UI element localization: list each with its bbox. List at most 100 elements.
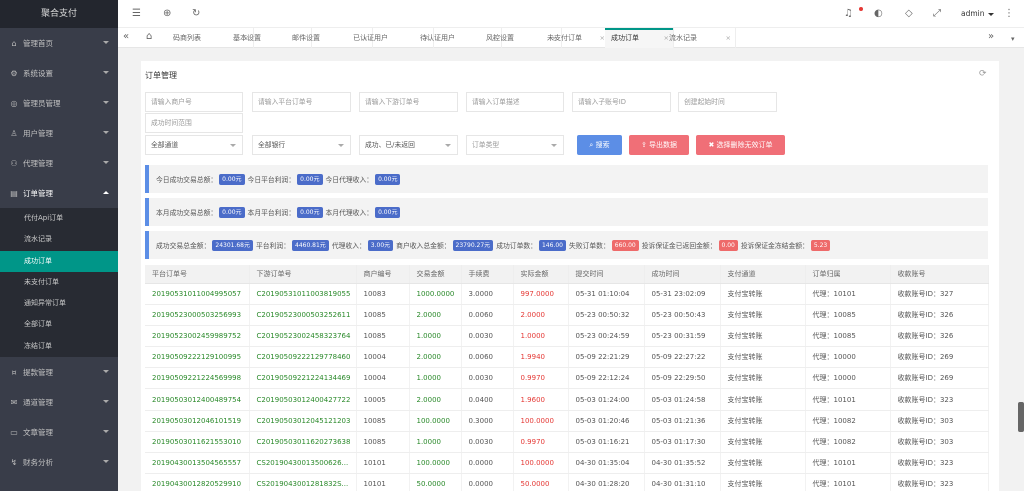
delete-invalid-button-label: 选择删除无效订单 bbox=[716, 141, 773, 149]
column-header: 手续费 bbox=[461, 265, 514, 284]
sidebar-subitem[interactable]: 流水记录 bbox=[0, 229, 118, 250]
table-cell: 10083 bbox=[356, 283, 410, 305]
table-cell: 收款账号ID：269 bbox=[890, 346, 989, 369]
globe-icon[interactable]: ⊕ bbox=[163, 8, 171, 20]
withdraw-icon: ¤ bbox=[11, 367, 17, 377]
table-cell: 支付宝转账 bbox=[720, 388, 806, 411]
table-cell: 0.0400 bbox=[461, 388, 514, 411]
theme-icon[interactable]: ◐ bbox=[874, 8, 883, 20]
table-cell: 0.0030 bbox=[461, 431, 514, 454]
scrollbar-thumb[interactable] bbox=[1018, 402, 1024, 432]
channel-select[interactable]: 全部通道 bbox=[145, 135, 243, 155]
bell-icon[interactable]: ♫ bbox=[844, 8, 853, 20]
table-cell: C20190531011003819055 bbox=[249, 283, 357, 305]
sidebar-item[interactable]: ¤ 提款管理 bbox=[0, 357, 118, 387]
sidebar-item-label: 系统设置 bbox=[23, 68, 53, 78]
stat-label: 投诉保证金已返回金额： bbox=[641, 242, 717, 250]
trash-icon: ✖ bbox=[708, 141, 715, 149]
table-row[interactable]: 20190503012400489754 C2019050301240042772… bbox=[145, 388, 989, 411]
sidebar-item[interactable]: ✉ 通道管理 bbox=[0, 387, 118, 417]
sidebar-item[interactable]: ↯ 财务分析 bbox=[0, 447, 118, 477]
table-cell: C20190503012045121203 bbox=[249, 410, 357, 432]
close-icon[interactable]: × bbox=[726, 28, 731, 48]
refresh-icon[interactable]: ↻ bbox=[192, 8, 200, 20]
tab-label: 待认证用户 bbox=[420, 34, 455, 42]
tabs-scroll-left-icon[interactable]: « bbox=[123, 31, 129, 43]
column-header: 成功时间 bbox=[644, 265, 721, 284]
table-cell: 支付宝转账 bbox=[720, 325, 806, 348]
tag-icon[interactable]: ◇ bbox=[905, 8, 913, 20]
tabs-scroll-right-icon[interactable]: » bbox=[988, 31, 994, 43]
table-row[interactable]: 20190523002459989752 C2019052300245832376… bbox=[145, 325, 989, 348]
sidebar-item[interactable]: ⌂ 管理首页 bbox=[0, 28, 118, 58]
table-row[interactable]: 20190503012046101519 C2019050301204512120… bbox=[145, 410, 989, 432]
sub-account-input[interactable]: 请输入子账号ID bbox=[572, 92, 671, 112]
sidebar-item[interactable]: ▭ 文章管理 bbox=[0, 417, 118, 447]
channel-icon: ✉ bbox=[10, 397, 18, 407]
table-cell: 04-30 01:35:04 bbox=[568, 452, 645, 475]
table-cell: 代理：10000 bbox=[805, 367, 891, 390]
downstream-order-input[interactable]: 请输入下游订单号 bbox=[359, 92, 458, 112]
search-button[interactable]: ⌕ 搜索 bbox=[577, 135, 622, 155]
create-time-input[interactable]: 创建起始时间 bbox=[678, 92, 777, 112]
bank-select[interactable]: 全部银行 bbox=[252, 135, 351, 155]
table-cell: 收款账号ID：326 bbox=[890, 304, 989, 326]
gear-icon: ⚙ bbox=[10, 68, 18, 78]
table-row[interactable]: 20190509222129100995 C2019050922212977846… bbox=[145, 346, 989, 369]
sidebar-subitem[interactable]: 未支付订单 bbox=[0, 272, 118, 293]
platform-order-input[interactable]: 请输入平台订单号 bbox=[252, 92, 351, 112]
user-menu[interactable]: admin bbox=[961, 9, 994, 18]
refresh-icon[interactable]: ⟳ bbox=[979, 69, 987, 79]
stat-label: 成功交易总金额： bbox=[156, 242, 211, 250]
tab-item[interactable]: 未支付订单 × bbox=[541, 28, 609, 48]
sidebar-item[interactable]: ⚇ 代理管理 bbox=[0, 148, 118, 178]
order-desc-input[interactable]: 请输入订单描述 bbox=[466, 92, 564, 112]
sidebar-subitem[interactable]: 冻结订单 bbox=[0, 336, 118, 357]
stat-label: 本月成功交易总额： bbox=[156, 209, 218, 217]
table-row[interactable]: 20190509221224569998 C2019050922122413446… bbox=[145, 367, 989, 390]
menu-toggle-icon[interactable]: ☰ bbox=[132, 8, 141, 20]
table-cell: 05-03 01:16:21 bbox=[568, 431, 645, 454]
table-cell: 05-03 01:20:46 bbox=[568, 410, 645, 432]
table-cell: C20190523002458323764 bbox=[249, 325, 357, 348]
tabs-menu-icon[interactable]: ▾ bbox=[1011, 33, 1015, 45]
stat-value: 0.00元 bbox=[219, 173, 245, 185]
merchant-no-input[interactable]: 请输入商户号 bbox=[145, 92, 243, 112]
chevron-down-icon bbox=[103, 131, 109, 134]
column-header: 平台订单号 bbox=[145, 265, 250, 284]
tab-item[interactable]: 流水记录 × bbox=[663, 28, 735, 48]
delete-invalid-button[interactable]: ✖ 选择删除无效订单 bbox=[696, 135, 785, 155]
success-time-input[interactable]: 成功时间范围 bbox=[145, 113, 243, 133]
sidebar-item[interactable]: ♙ 用户管理 bbox=[0, 118, 118, 148]
app-logo: 聚合支付 bbox=[0, 0, 118, 28]
sidebar-subitem[interactable]: 通知异常订单 bbox=[0, 293, 118, 314]
sidebar-subitem[interactable]: 全部订单 bbox=[0, 314, 118, 335]
status-select[interactable]: 成功、已/未返回 bbox=[359, 135, 458, 155]
table-cell: 20190430013504565557 bbox=[145, 452, 250, 475]
table-row[interactable]: 20190503011621553010 C2019050301162027363… bbox=[145, 431, 989, 454]
sidebar-subitem[interactable]: 成功订单 bbox=[0, 250, 118, 272]
table-row[interactable]: 20190430012820529910 CS2019043001281832S.… bbox=[145, 473, 989, 491]
table-cell: 代理：10082 bbox=[805, 410, 891, 432]
table-cell: CS2019043001281832S... bbox=[249, 473, 357, 491]
stat-label: 本月代理收入： bbox=[325, 209, 374, 217]
export-button[interactable]: ⇪ 导出数据 bbox=[629, 135, 689, 155]
table-row[interactable]: 20190523000503256993 C2019052300050325261… bbox=[145, 304, 989, 326]
table-cell: 20190503012046101519 bbox=[145, 410, 250, 432]
order-type-select[interactable]: 订单类型 bbox=[466, 135, 564, 155]
month-stats: 本月成功交易总额： 0.00元 本月平台利润： 0.00元 本月代理收入： 0.00元 bbox=[145, 198, 988, 226]
notification-dot bbox=[859, 7, 863, 11]
table-row[interactable]: 20190531011004995057 C2019053101100381905… bbox=[145, 283, 989, 305]
sidebar-item-orders[interactable]: ▤ 订单管理 bbox=[0, 178, 118, 208]
table-cell: 收款账号ID：303 bbox=[890, 410, 989, 432]
column-header: 商户编号 bbox=[356, 265, 410, 284]
fullscreen-icon[interactable]: ⤢ bbox=[933, 8, 941, 20]
home-icon: ⌂ bbox=[11, 38, 17, 48]
sidebar-subitem[interactable]: 代付Api订单 bbox=[0, 208, 118, 229]
table-row[interactable]: 20190430013504565557 CS20190430013500626.… bbox=[145, 452, 989, 475]
sidebar-item[interactable]: ⚙ 系统设置 bbox=[0, 58, 118, 88]
home-tab-icon[interactable]: ⌂ bbox=[146, 31, 152, 43]
sidebar-item[interactable]: ◎ 管理员管理 bbox=[0, 88, 118, 118]
tab-label: 成功订单 bbox=[611, 34, 639, 42]
more-icon[interactable]: ⋮ bbox=[1004, 8, 1014, 20]
